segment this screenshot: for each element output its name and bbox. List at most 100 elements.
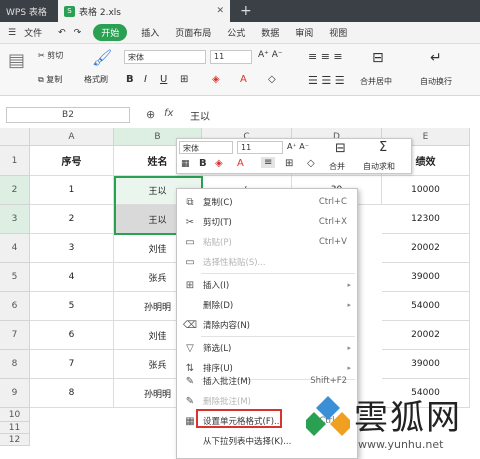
table-cell[interactable]: 1: [30, 176, 114, 205]
formula-input[interactable]: 王以: [190, 108, 210, 123]
name-box[interactable]: B2: [6, 107, 130, 123]
mini-size-select[interactable]: 11: [237, 141, 283, 154]
select-all-corner[interactable]: [0, 128, 30, 146]
tab-page-layout[interactable]: 页面布局: [167, 26, 219, 39]
menu-item-paste-special[interactable]: ▭ 选择性粘贴(S)...: [177, 252, 357, 272]
menu-item-delete[interactable]: 删除(D) ▸: [177, 295, 357, 315]
mini-font-select[interactable]: 宋体: [179, 141, 233, 154]
format-painter-button[interactable]: 格式刷: [84, 74, 108, 85]
close-icon[interactable]: ✕: [216, 6, 224, 16]
undo-icon[interactable]: ↶: [50, 28, 74, 38]
row-header[interactable]: 6: [0, 292, 30, 321]
tab-data[interactable]: 数据: [253, 26, 287, 39]
tab-insert[interactable]: 插入: [133, 26, 167, 39]
spreadsheet-icon: S: [64, 5, 75, 17]
font-size-select[interactable]: 11: [210, 50, 252, 64]
tab-review[interactable]: 审阅: [287, 26, 321, 39]
table-cell[interactable]: 5: [30, 292, 114, 321]
mini-merge-button[interactable]: 合并: [329, 161, 345, 172]
row-header[interactable]: 12: [0, 434, 30, 446]
merge-icon[interactable]: ⊟: [372, 50, 384, 66]
row-header[interactable]: 1: [0, 146, 30, 176]
table-cell[interactable]: 20002: [382, 234, 470, 263]
row-header[interactable]: 4: [0, 234, 30, 263]
format-painter-icon[interactable]: 🖌: [92, 48, 112, 67]
font-grow-icon[interactable]: A⁺ A⁻: [258, 50, 283, 60]
row-header[interactable]: 8: [0, 350, 30, 379]
underline-icon[interactable]: U: [160, 74, 167, 85]
font-name-select[interactable]: 宋体: [124, 50, 206, 64]
mini-format-icon[interactable]: ▦: [181, 159, 190, 169]
fill-color-icon[interactable]: ◈: [212, 74, 220, 85]
table-cell[interactable]: 8: [30, 379, 114, 408]
menu-item-insert[interactable]: ⊞ 插入(I) ▸: [177, 275, 357, 295]
table-cell[interactable]: 3: [30, 234, 114, 263]
table-cell[interactable]: 10000: [382, 176, 470, 205]
wrap-icon[interactable]: ↵: [430, 50, 442, 66]
clear-format-icon[interactable]: ◇: [268, 74, 276, 85]
tab-home[interactable]: 开始: [93, 24, 128, 41]
copy-button[interactable]: ⧉ 复制: [38, 74, 62, 85]
ribbon: ▤ ✂ 剪切 ⧉ 复制 🖌 格式刷 宋体 11 A⁺ A⁻ B I U ⊞ ◈ …: [0, 44, 480, 96]
cut-button[interactable]: ✂ 剪切: [38, 50, 63, 61]
table-header-cell[interactable]: 序号: [30, 146, 114, 176]
mini-autosum-button[interactable]: 自动求和: [363, 161, 395, 172]
mini-font-color-icon[interactable]: A: [237, 158, 244, 169]
row-header[interactable]: 7: [0, 321, 30, 350]
redo-icon[interactable]: ↷: [74, 28, 88, 38]
app-tab[interactable]: WPS 表格: [0, 0, 58, 22]
menu-item-label: 筛选(L): [203, 344, 232, 354]
menu-item-copy[interactable]: ⧉ 复制(C) Ctrl+C: [177, 192, 357, 212]
table-cell[interactable]: 12300: [382, 205, 470, 234]
table-cell[interactable]: 2: [30, 205, 114, 234]
menu-item-paste[interactable]: ▭ 粘贴(P) Ctrl+V: [177, 232, 357, 252]
table-cell[interactable]: 54000: [382, 292, 470, 321]
table-cell[interactable]: 7: [30, 350, 114, 379]
align-left-icon[interactable]: ☰ ☰ ☰: [308, 74, 345, 87]
column-header-a[interactable]: A: [30, 128, 114, 146]
file-menu[interactable]: 文件: [24, 26, 50, 39]
table-cell[interactable]: 20002: [382, 321, 470, 350]
zoom-icon[interactable]: ⊕: [146, 108, 155, 121]
mini-align-icon[interactable]: ≡: [261, 157, 276, 168]
mini-border-icon[interactable]: ⊞: [285, 158, 293, 169]
row-header[interactable]: 10: [0, 408, 30, 422]
merge-center-button[interactable]: 合并居中: [360, 76, 392, 87]
row-header[interactable]: 2: [0, 176, 30, 205]
paste-icon[interactable]: ▤: [8, 50, 25, 71]
mini-bold-icon[interactable]: B: [199, 158, 207, 169]
row-header[interactable]: 9: [0, 379, 30, 408]
mini-clear-icon[interactable]: ◇: [307, 158, 315, 169]
row-header[interactable]: 5: [0, 263, 30, 292]
mini-fill-icon[interactable]: ◈: [215, 158, 223, 169]
italic-icon[interactable]: I: [144, 74, 147, 85]
document-tab[interactable]: S 表格 2.xls ✕: [58, 0, 230, 22]
menu-item-shortcut: Shift+F2: [310, 376, 347, 386]
menu-divider: [201, 273, 355, 274]
copy-icon: ⧉: [186, 196, 194, 208]
mini-merge-icon[interactable]: ⊟: [335, 141, 346, 156]
align-top-icon[interactable]: ≡ ≡ ≡: [308, 50, 343, 63]
hamburger-icon[interactable]: ☰: [0, 28, 24, 38]
wrap-text-button[interactable]: 自动换行: [420, 76, 452, 87]
row-header[interactable]: 11: [0, 422, 30, 434]
bold-icon[interactable]: B: [126, 74, 134, 85]
fx-icon[interactable]: fx: [164, 108, 173, 119]
mini-font-grow-icon[interactable]: A⁺ A⁻: [287, 142, 309, 151]
menu-item-shortcut: Ctrl+V: [318, 237, 347, 247]
table-cell[interactable]: 39000: [382, 350, 470, 379]
font-color-icon[interactable]: A: [240, 74, 247, 85]
table-cell[interactable]: 4: [30, 263, 114, 292]
tab-view[interactable]: 视图: [321, 26, 355, 39]
new-tab-button[interactable]: +: [230, 0, 262, 22]
autosum-icon[interactable]: Σ: [379, 140, 387, 155]
border-icon[interactable]: ⊞: [180, 74, 188, 85]
menu-item-clear-contents[interactable]: ⌫ 清除内容(N): [177, 315, 357, 335]
tab-formulas[interactable]: 公式: [219, 26, 253, 39]
menu-item-filter[interactable]: ▽ 筛选(L) ▸: [177, 338, 357, 358]
watermark: 雲狐网 www.yunhu.net: [302, 388, 480, 459]
table-cell[interactable]: 6: [30, 321, 114, 350]
table-cell[interactable]: 39000: [382, 263, 470, 292]
row-header[interactable]: 3: [0, 205, 30, 234]
menu-item-cut[interactable]: ✂ 剪切(T) Ctrl+X: [177, 212, 357, 232]
